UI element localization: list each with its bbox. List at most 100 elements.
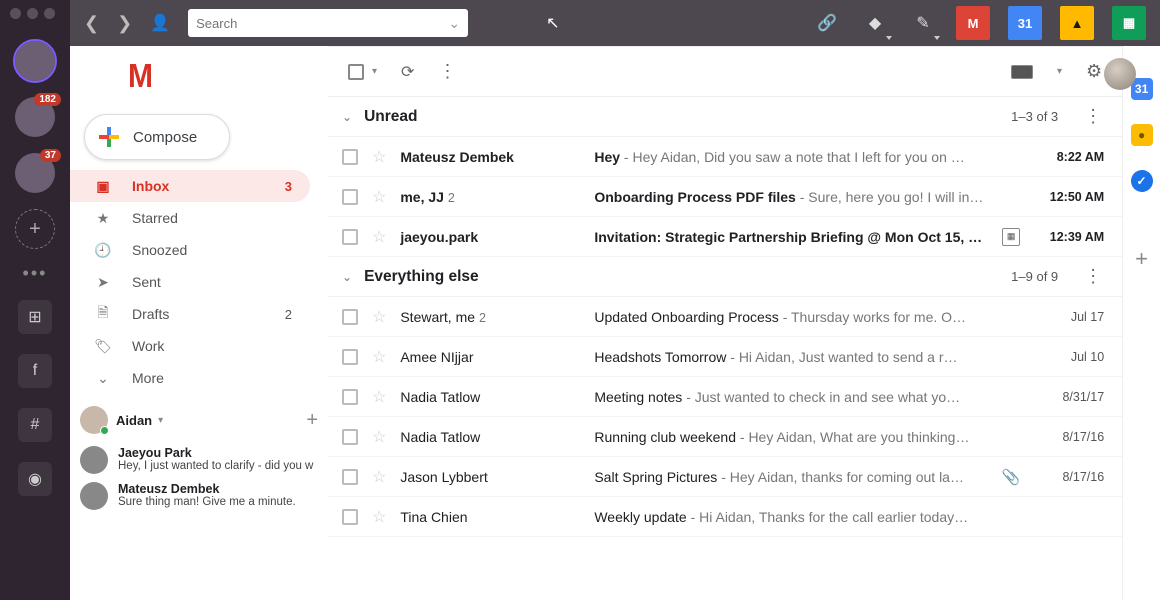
row-subject: Onboarding Process PDF files — [594, 189, 796, 205]
drive-app-tile[interactable]: ▲ — [1060, 6, 1094, 40]
email-row[interactable]: ☆ Jason Lybbert Salt Spring Pictures - H… — [328, 457, 1122, 497]
row-subject-wrap: Headshots Tomorrow - Hi Aidan, Just want… — [594, 349, 1020, 365]
chat-item[interactable]: Mateusz Dembek Sure thing man! Give me a… — [80, 478, 318, 514]
star-icon[interactable]: ☆ — [372, 507, 386, 527]
email-row[interactable]: ☆ jaeyou.park Invitation: Strategic Part… — [328, 217, 1122, 257]
row-checkbox[interactable] — [342, 389, 358, 405]
sheets-app-tile[interactable]: ▦ — [1112, 6, 1146, 40]
dock-app-hash[interactable]: # — [18, 408, 52, 442]
section-title: Everything else — [364, 268, 479, 286]
row-snippet: - Just wanted to check in and see what y… — [686, 389, 960, 405]
nav-item-sent[interactable]: ➤ Sent — [70, 266, 310, 298]
share-icon[interactable]: 🔗 — [812, 8, 842, 38]
gmail-logo[interactable]: M — [70, 46, 328, 108]
workspace-avatar-2[interactable]: 182 — [15, 97, 55, 137]
window-controls[interactable] — [10, 8, 55, 19]
calendar-app-tile[interactable]: 31 — [1008, 6, 1042, 40]
workspace-avatar-1[interactable] — [15, 41, 55, 81]
row-checkbox[interactable] — [342, 509, 358, 525]
collapse-icon[interactable]: ⌄ — [342, 270, 352, 284]
nav-label: Work — [132, 338, 292, 354]
badge-count: 182 — [34, 93, 61, 106]
mail-toolbar: ▾ ⟳ ⋮ ▾ ⚙ — [328, 47, 1122, 97]
hangouts-self[interactable]: Aidan ▾ + — [80, 406, 318, 434]
search-dropdown-icon[interactable]: ⌄ — [448, 15, 460, 32]
self-name: Aidan — [116, 413, 152, 428]
star-icon[interactable]: ☆ — [372, 187, 386, 207]
row-checkbox[interactable] — [342, 229, 358, 245]
section-header: ⌄ Unread 1–3 of 3 ⋮ — [328, 97, 1122, 137]
nav-item-snoozed[interactable]: 🕘 Snoozed — [70, 234, 310, 266]
settings-gear-icon[interactable]: ⚙ — [1086, 61, 1102, 82]
star-icon[interactable]: ☆ — [372, 467, 386, 487]
workspace-avatar-3[interactable]: 37 — [15, 153, 55, 193]
side-tasks-icon[interactable]: ✓ — [1131, 170, 1153, 192]
star-icon[interactable]: ☆ — [372, 347, 386, 367]
edit-icon[interactable]: ✎ — [908, 8, 938, 38]
more-actions-button[interactable]: ⋮ — [438, 61, 456, 82]
nav-label: More — [132, 370, 292, 386]
select-all-checkbox[interactable] — [348, 64, 364, 80]
profile-icon[interactable]: 👤 — [150, 13, 170, 33]
min-dot[interactable] — [27, 8, 38, 19]
input-tools-icon[interactable] — [1011, 65, 1033, 79]
email-row[interactable]: ☆ Nadia Tatlow Running club weekend - He… — [328, 417, 1122, 457]
add-workspace-button[interactable]: + — [15, 209, 55, 249]
refresh-button[interactable]: ⟳ — [401, 62, 414, 82]
file-icon: 🗎 — [94, 302, 112, 326]
compose-button[interactable]: Compose — [84, 114, 230, 160]
new-chat-button[interactable]: + — [306, 409, 318, 432]
gmail-app-tile[interactable]: M — [956, 6, 990, 40]
dock-app-trello[interactable]: ⊞ — [18, 300, 52, 334]
email-row[interactable]: ☆ Mateusz Dembek Hey - Hey Aidan, Did yo… — [328, 137, 1122, 177]
row-checkbox[interactable] — [342, 309, 358, 325]
row-checkbox[interactable] — [342, 189, 358, 205]
email-row[interactable]: ☆ me, JJ 2 Onboarding Process PDF files … — [328, 177, 1122, 217]
email-row[interactable]: ☆ Stewart, me 2 Updated Onboarding Proce… — [328, 297, 1122, 337]
back-button[interactable]: ❮ — [84, 13, 99, 34]
forward-button[interactable]: ❯ — [117, 13, 132, 34]
nav-label: Drafts — [132, 306, 265, 322]
side-keep-icon[interactable]: ● — [1131, 124, 1153, 146]
nav-item-starred[interactable]: ★ Starred — [70, 202, 310, 234]
row-from: Mateusz Dembek — [400, 149, 580, 165]
input-tools-caret[interactable]: ▾ — [1057, 66, 1062, 77]
row-subject: Hey — [594, 149, 620, 165]
collapse-icon[interactable]: ⌄ — [342, 110, 352, 124]
star-icon[interactable]: ☆ — [372, 307, 386, 327]
select-all-menu[interactable]: ▾ — [372, 66, 377, 77]
star-icon[interactable]: ☆ — [372, 147, 386, 167]
max-dot[interactable] — [44, 8, 55, 19]
email-row[interactable]: ☆ Tina Chien Weekly update - Hi Aidan, T… — [328, 497, 1122, 537]
search-input[interactable] — [196, 16, 448, 31]
main-area: M Compose ▣ Inbox 3★ Starred 🕘 Snoozed ➤… — [70, 46, 1160, 600]
email-row[interactable]: ☆ Nadia Tatlow Meeting notes - Just want… — [328, 377, 1122, 417]
dock-app-facebook[interactable]: f — [18, 354, 52, 388]
more-dots[interactable]: ••• — [23, 263, 48, 284]
section-menu-button[interactable]: ⋮ — [1084, 266, 1102, 287]
email-row[interactable]: ☆ Amee NIjjar Headshots Tomorrow - Hi Ai… — [328, 337, 1122, 377]
star-icon[interactable]: ☆ — [372, 387, 386, 407]
layers-icon[interactable]: ◆ — [860, 8, 890, 38]
nav-item-more[interactable]: ⌄ More — [70, 362, 310, 394]
dock-app-spotify[interactable]: ◉ — [18, 462, 52, 496]
close-dot[interactable] — [10, 8, 21, 19]
nav-item-inbox[interactable]: ▣ Inbox 3 — [70, 170, 310, 202]
search-box[interactable]: ⌄ — [188, 9, 468, 37]
row-checkbox[interactable] — [342, 429, 358, 445]
star-icon[interactable]: ☆ — [372, 427, 386, 447]
row-from: Jason Lybbert — [400, 469, 580, 485]
nav-item-drafts[interactable]: 🗎 Drafts 2 — [70, 298, 310, 330]
side-add-button[interactable]: + — [1135, 246, 1148, 272]
nav-label: Sent — [132, 274, 292, 290]
row-checkbox[interactable] — [342, 349, 358, 365]
nav-item-work[interactable]: 🏷 Work — [70, 330, 310, 362]
row-from: jaeyou.park — [400, 229, 580, 245]
row-checkbox[interactable] — [342, 469, 358, 485]
section-menu-button[interactable]: ⋮ — [1084, 106, 1102, 127]
self-menu-caret[interactable]: ▾ — [158, 415, 163, 426]
chat-item[interactable]: Jaeyou Park Hey, I just wanted to clarif… — [80, 442, 318, 478]
row-checkbox[interactable] — [342, 149, 358, 165]
section-range: 1–9 of 9 — [1011, 269, 1058, 284]
star-icon[interactable]: ☆ — [372, 227, 386, 247]
